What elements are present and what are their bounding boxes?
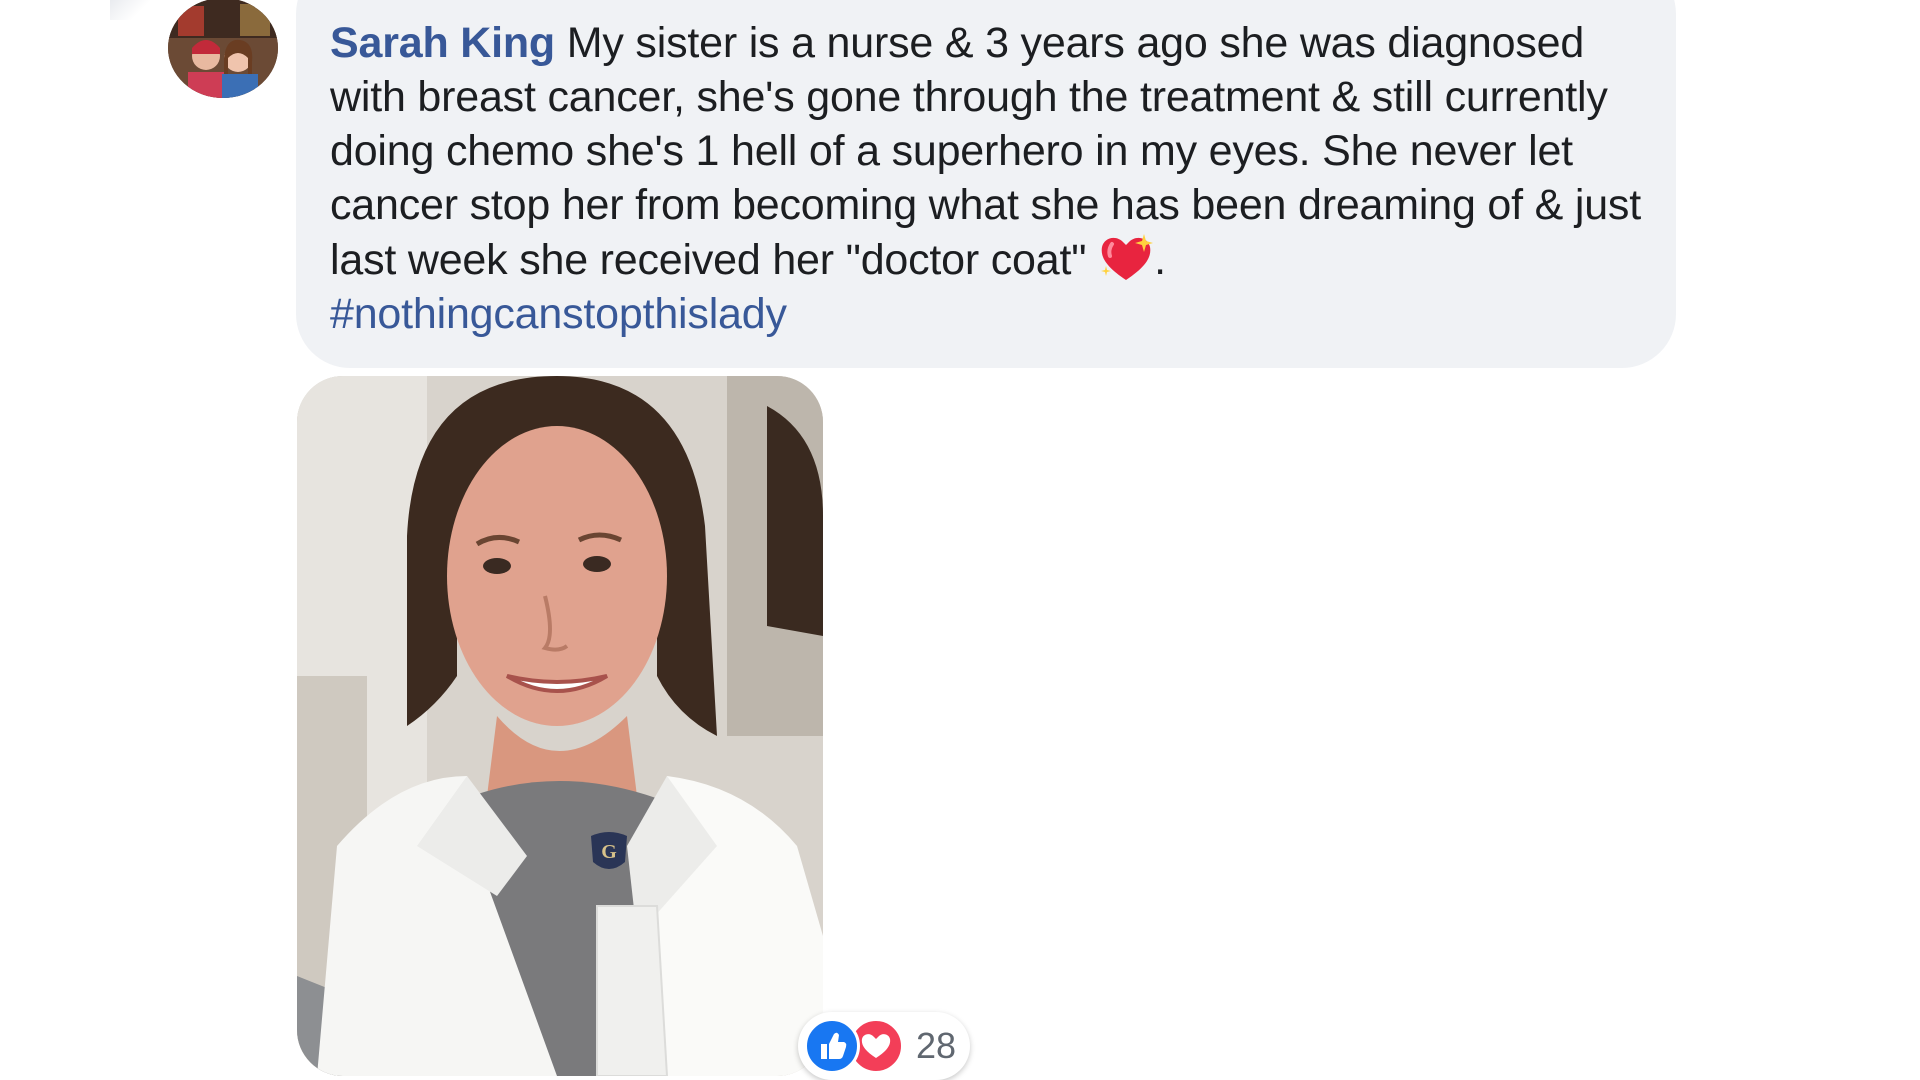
previous-comment-edge — [110, 0, 150, 20]
comment-end-punctuation: . — [1154, 236, 1166, 284]
hashtag-link[interactable]: #nothingcanstopthislady — [330, 290, 787, 338]
comment-text: Sarah King My sister is a nurse & 3 year… — [330, 16, 1660, 341]
comment-thread: Sarah King My sister is a nurse & 3 year… — [0, 0, 1920, 1080]
sparkling-heart-icon — [1098, 232, 1154, 284]
svg-text:G: G — [601, 841, 617, 863]
comment-author-link[interactable]: Sarah King — [330, 19, 555, 67]
like-icon — [804, 1018, 860, 1074]
reactions-summary[interactable]: 28 — [798, 1012, 970, 1080]
reaction-count[interactable]: 28 — [916, 1026, 956, 1066]
avatar[interactable] — [168, 0, 278, 98]
comment-photo[interactable]: G — [297, 376, 823, 1076]
